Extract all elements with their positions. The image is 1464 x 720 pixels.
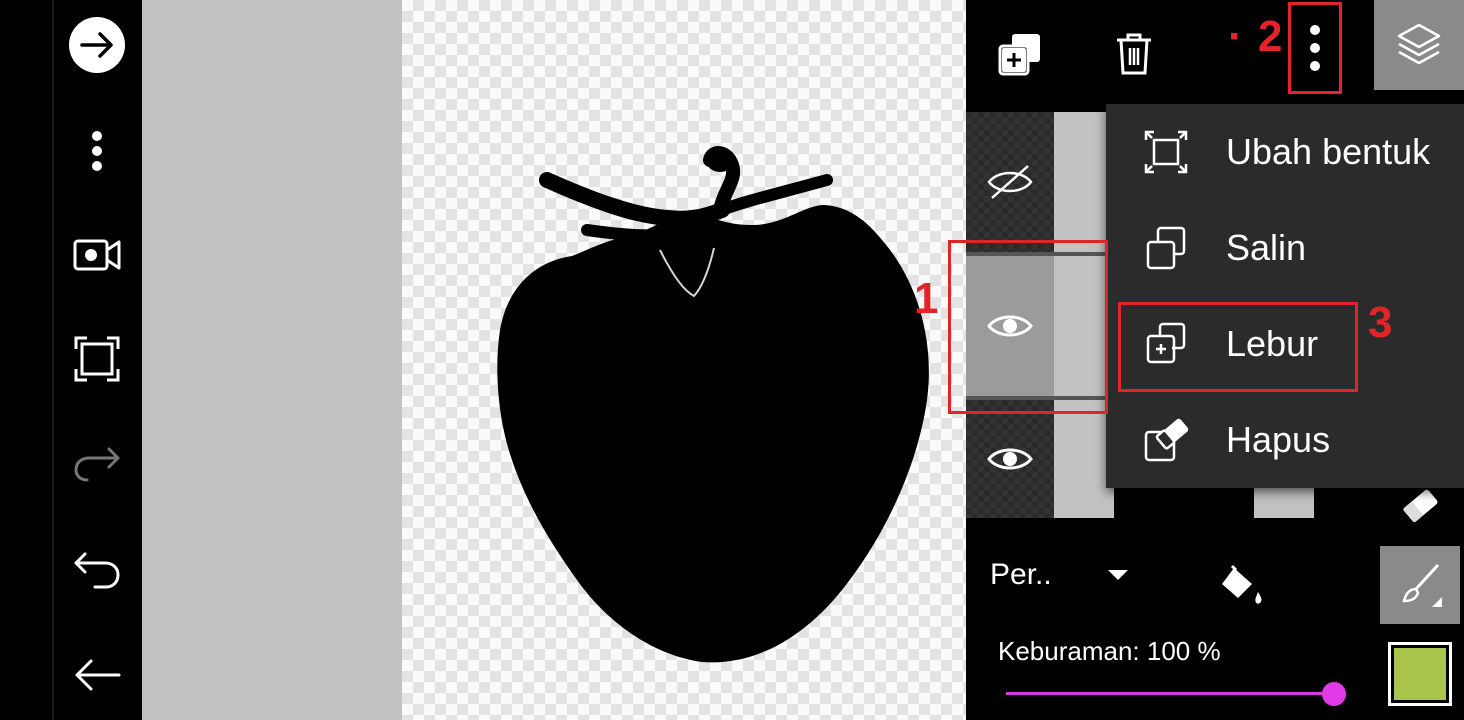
undo-icon	[74, 552, 120, 589]
record-button[interactable]	[66, 224, 128, 286]
left-toolbar	[0, 0, 142, 720]
arrow-right-circle-icon	[69, 17, 125, 73]
annotation-dot-2: ·	[1228, 12, 1243, 61]
fill-bucket-icon[interactable]	[1218, 562, 1266, 610]
eye-icon	[987, 448, 1033, 470]
redo-icon	[74, 447, 120, 482]
annotation-number-2: 2	[1258, 12, 1283, 61]
annotation-box-2	[1288, 2, 1342, 94]
layers-icon	[1397, 23, 1441, 65]
layers-button[interactable]	[1374, 0, 1464, 90]
opacity-slider-track[interactable]	[1006, 692, 1334, 695]
transform-icon	[1144, 130, 1188, 174]
current-color-swatch[interactable]	[1388, 642, 1452, 706]
toolbar-divider	[52, 0, 54, 720]
add-layer-icon	[998, 34, 1040, 76]
undo-button[interactable]	[66, 540, 128, 602]
annotation-number-3: 3	[1368, 298, 1393, 347]
menu-item-label: Salin	[1226, 227, 1307, 268]
copy-icon	[1146, 226, 1186, 270]
layer-thumbnail-edge	[1254, 488, 1314, 518]
forward-button[interactable]	[66, 14, 128, 76]
video-camera-icon	[73, 239, 121, 271]
menu-item-transform[interactable]: Ubah bentuk	[1106, 104, 1464, 200]
menu-item-copy[interactable]: Salin	[1106, 200, 1464, 296]
brush-tool-button[interactable]	[1380, 546, 1460, 624]
color-fill	[1394, 648, 1446, 700]
redo-button[interactable]	[66, 432, 128, 494]
annotation-number-1: 1	[914, 274, 939, 323]
strawberry-silhouette	[497, 146, 929, 663]
annotation-box-3	[1118, 302, 1358, 392]
layer-thumbnail[interactable]	[1054, 400, 1114, 518]
fullscreen-button[interactable]	[66, 328, 128, 390]
opacity-label: Keburaman: 100 %	[998, 636, 1221, 666]
layer-options-menu: Ubah bentuk Salin Lebur Hapus	[1106, 104, 1464, 488]
layer-visibility-toggle[interactable]	[966, 112, 1054, 252]
more-vertical-icon	[92, 131, 102, 171]
layer-visibility-toggle[interactable]	[966, 400, 1054, 518]
back-button[interactable]	[66, 644, 128, 706]
eraser-icon	[1144, 418, 1189, 462]
annotation-box-1	[948, 240, 1108, 414]
arrow-left-icon	[75, 659, 121, 691]
brush-icon	[1402, 563, 1442, 607]
opacity-slider-thumb[interactable]	[1322, 682, 1346, 706]
crop-frame-icon	[74, 336, 120, 382]
trash-icon	[1117, 33, 1151, 75]
eraser-icon	[1403, 489, 1438, 523]
blend-mode-select[interactable]: Per..	[990, 558, 1052, 592]
delete-layer-button[interactable]	[1106, 24, 1162, 84]
menu-item-delete[interactable]: Hapus	[1106, 392, 1464, 488]
menu-item-label: Hapus	[1226, 419, 1331, 460]
more-options-button[interactable]	[66, 120, 128, 182]
layer-thumbnail[interactable]	[1054, 112, 1114, 252]
menu-item-label: Ubah bentuk	[1226, 131, 1431, 172]
chevron-down-icon[interactable]	[1106, 568, 1130, 582]
eye-hidden-icon	[987, 165, 1033, 199]
add-layer-button[interactable]	[990, 24, 1050, 84]
